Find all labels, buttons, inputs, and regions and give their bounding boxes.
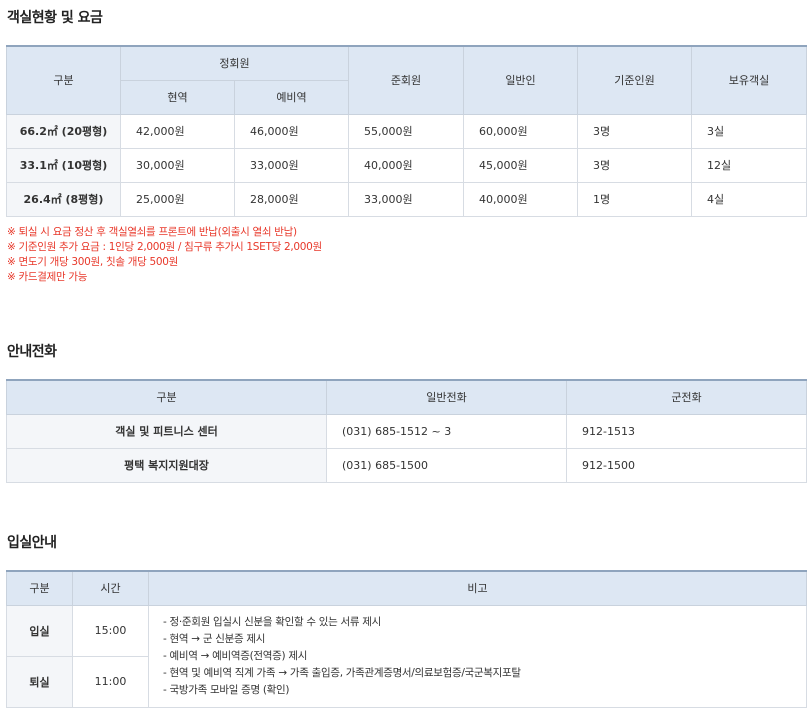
checkin-time-cell: 11:00 xyxy=(72,655,149,708)
phone-name-cell: 평택 복지지원대장 xyxy=(6,447,327,483)
rooms-notes: ※ 퇴실 시 요금 정산 후 객실열쇠를 프론트에 반납(외출시 열쇠 반납) … xyxy=(7,225,322,285)
room-count-cell: 12실 xyxy=(691,147,807,183)
checkin-header-remarks: 비고 xyxy=(148,570,807,606)
phone-general-cell: (031) 685-1500 xyxy=(326,447,567,483)
room-count-cell: 3실 xyxy=(691,113,807,149)
checkin-remarks-cell: 정·준회원 입실시 신분을 확인할 수 있는 서류 제시 현역 → 군 신분증 … xyxy=(148,604,807,708)
price-active-cell: 42,000원 xyxy=(120,113,235,149)
rooms-header-reserve: 예비역 xyxy=(234,79,349,115)
rooms-header-category: 구분 xyxy=(6,45,121,115)
price-active-cell: 25,000원 xyxy=(120,181,235,217)
price-associate-cell: 55,000원 xyxy=(348,113,464,149)
phone-header-military: 군전화 xyxy=(566,379,807,415)
table-row: 26.4㎡ (8평형) 25,000원 28,000원 33,000원 40,0… xyxy=(6,181,807,217)
phone-general-cell: (031) 685-1512 ~ 3 xyxy=(326,413,567,449)
remarks-list: 정·준회원 입실시 신분을 확인할 수 있는 서류 제시 현역 → 군 신분증 … xyxy=(149,614,806,699)
phone-military-cell: 912-1513 xyxy=(566,413,807,449)
remarks-item: 현역 → 군 신분증 제시 xyxy=(163,631,806,648)
checkin-label-cell: 퇴실 xyxy=(6,655,73,708)
remarks-item: 국방가족 모바일 증명 (확인) xyxy=(163,682,806,699)
table-row: 평택 복지지원대장 (031) 685-1500 912-1500 xyxy=(6,447,807,483)
phone-table: 구분 일반전화 군전화 객실 및 피트니스 센터 (031) 685-1512 … xyxy=(6,379,807,483)
phone-header-general: 일반전화 xyxy=(326,379,567,415)
rooms-note: ※ 카드결제만 가능 xyxy=(7,271,88,283)
room-count-cell: 4실 xyxy=(691,181,807,217)
checkin-time-cell: 15:00 xyxy=(72,604,149,657)
table-row: 66.2㎡ (20평형) 42,000원 46,000원 55,000원 60,… xyxy=(6,113,807,149)
phone-header-category: 구분 xyxy=(6,379,327,415)
price-general-cell: 45,000원 xyxy=(463,147,578,183)
table-row: 객실 및 피트니스 센터 (031) 685-1512 ~ 3 912-1513 xyxy=(6,413,807,449)
remarks-item: 예비역 → 예비역증(전역증) 제시 xyxy=(163,648,806,665)
checkin-section-title: 입실안내 xyxy=(7,535,57,551)
price-general-cell: 40,000원 xyxy=(463,181,578,217)
rooms-note: ※ 면도기 개당 300원, 칫솔 개당 500원 xyxy=(7,256,179,268)
table-row: 입실 15:00 정·준회원 입실시 신분을 확인할 수 있는 서류 제시 현역… xyxy=(6,604,807,708)
room-type-cell: 26.4㎡ (8평형) xyxy=(6,181,121,217)
capacity-cell: 1명 xyxy=(577,181,692,217)
checkin-table: 구분 시간 비고 입실 15:00 정·준회원 입실시 신분을 확인할 수 있는… xyxy=(6,570,807,708)
table-row: 33.1㎡ (10평형) 30,000원 33,000원 40,000원 45,… xyxy=(6,147,807,183)
checkin-label-cell: 입실 xyxy=(6,604,73,657)
price-associate-cell: 40,000원 xyxy=(348,147,464,183)
checkin-header-time: 시간 xyxy=(72,570,149,606)
rooms-header-base-capacity: 기준인원 xyxy=(577,45,692,115)
capacity-cell: 3명 xyxy=(577,113,692,149)
phone-name-cell: 객실 및 피트니스 센터 xyxy=(6,413,327,449)
capacity-cell: 3명 xyxy=(577,147,692,183)
rooms-note: ※ 퇴실 시 요금 정산 후 객실열쇠를 프론트에 반납(외출시 열쇠 반납) xyxy=(7,226,297,238)
price-reserve-cell: 46,000원 xyxy=(234,113,349,149)
price-reserve-cell: 33,000원 xyxy=(234,147,349,183)
rooms-rate-table: 구분 정회원 준회원 일반인 기준인원 보유객실 현역 예비역 66.2㎡ (2… xyxy=(6,45,807,217)
room-type-cell: 66.2㎡ (20평형) xyxy=(6,113,121,149)
remarks-item: 정·준회원 입실시 신분을 확인할 수 있는 서류 제시 xyxy=(163,614,806,631)
rooms-header-active-duty: 현역 xyxy=(120,79,235,115)
phone-section-title: 안내전화 xyxy=(7,344,57,360)
rooms-header-regular-member: 정회원 xyxy=(120,45,349,81)
price-reserve-cell: 28,000원 xyxy=(234,181,349,217)
price-general-cell: 60,000원 xyxy=(463,113,578,149)
price-associate-cell: 33,000원 xyxy=(348,181,464,217)
remarks-item: 현역 및 예비역 직계 가족 → 가족 출입증, 가족관계증명서/의료보험증/국… xyxy=(163,665,806,682)
rooms-header-associate: 준회원 xyxy=(348,45,464,115)
rooms-header-rooms-owned: 보유객실 xyxy=(691,45,807,115)
rooms-header-general: 일반인 xyxy=(463,45,578,115)
rooms-note: ※ 기준인원 추가 요금 : 1인당 2,000원 / 침구류 추가시 1SET… xyxy=(7,241,322,253)
phone-military-cell: 912-1500 xyxy=(566,447,807,483)
checkin-header-category: 구분 xyxy=(6,570,73,606)
price-active-cell: 30,000원 xyxy=(120,147,235,183)
rooms-section-title: 객실현황 및 요금 xyxy=(7,10,103,26)
room-type-cell: 33.1㎡ (10평형) xyxy=(6,147,121,183)
